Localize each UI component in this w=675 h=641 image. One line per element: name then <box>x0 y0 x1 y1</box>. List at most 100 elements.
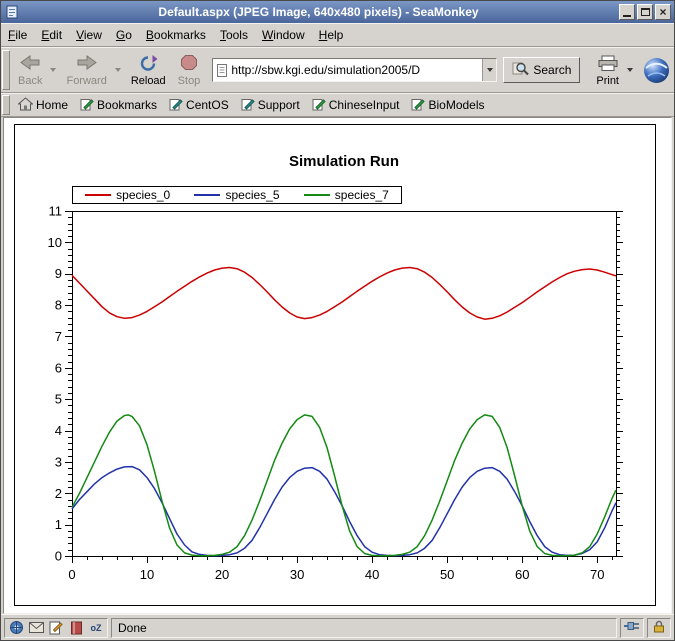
search-label: Search <box>533 63 572 77</box>
legend-label: species_5 <box>225 188 280 202</box>
svg-text:10: 10 <box>48 235 62 250</box>
close-icon: × <box>659 5 667 19</box>
menu-edit[interactable]: Edit <box>34 24 69 46</box>
maximize-button[interactable] <box>637 4 653 20</box>
svg-text:11: 11 <box>49 204 63 219</box>
bookmark-label: CentOS <box>186 98 229 112</box>
search-button[interactable]: Search <box>503 57 581 83</box>
bookmark-item-support[interactable]: Support <box>235 95 306 116</box>
svg-text:6: 6 <box>55 360 62 375</box>
legend-entry: species_5 <box>194 188 280 202</box>
legend-line-swatch <box>303 194 330 196</box>
status-text-panel: Done <box>111 617 617 638</box>
reload-icon <box>138 54 158 74</box>
bookmark-item-centos[interactable]: CentOS <box>163 95 235 116</box>
minimize-button[interactable] <box>619 4 635 20</box>
status-bar: oZ Done <box>1 614 674 640</box>
stop-button[interactable]: Stop <box>172 51 207 89</box>
chart-image: 0 1 2 3 4 5 6 7 8 9 10 11 0 10 20 30 40 50 60 70 Simulation… <box>14 124 656 606</box>
svg-text:10: 10 <box>140 567 154 582</box>
svg-text:70: 70 <box>590 567 604 582</box>
back-icon <box>19 54 41 74</box>
url-input[interactable] <box>231 60 483 80</box>
back-group: Back <box>12 51 58 89</box>
forward-icon <box>76 54 98 74</box>
personal-toolbar: Home Bookmarks CentOS Support ChineseInp… <box>1 93 674 117</box>
close-button[interactable]: × <box>655 4 671 20</box>
reload-button[interactable]: Reload <box>125 51 172 89</box>
svg-text:40: 40 <box>365 567 379 582</box>
security-panel[interactable] <box>647 617 671 638</box>
back-label: Back <box>18 75 43 87</box>
maximize-icon <box>640 8 650 16</box>
component-bar: oZ <box>4 617 108 638</box>
navigation-toolbar: Back Forward Reload Stop Search <box>1 47 674 93</box>
forward-label: Forward <box>66 75 107 87</box>
print-dropdown[interactable] <box>625 68 635 72</box>
back-button[interactable]: Back <box>12 51 48 89</box>
menu-file[interactable]: File <box>1 24 34 46</box>
chatzilla-label: oZ <box>90 622 102 633</box>
svg-text:30: 30 <box>290 567 304 582</box>
navigator-icon[interactable] <box>7 619 25 637</box>
bookmark-item-bookmarks[interactable]: Bookmarks <box>74 95 163 116</box>
reload-label: Reload <box>130 75 166 87</box>
status-text: Done <box>118 620 147 635</box>
bookmark-icon <box>241 97 255 114</box>
bookmark-label: BioModels <box>428 98 485 112</box>
window-title: Default.aspx (JPEG Image, 640x480 pixels… <box>158 5 479 19</box>
home-icon <box>17 96 34 114</box>
back-dropdown[interactable] <box>48 51 58 89</box>
svg-text:3: 3 <box>55 454 62 469</box>
chevron-down-icon <box>486 68 493 72</box>
browser-content: 0 1 2 3 4 5 6 7 8 9 10 11 0 10 20 30 40 50 60 70 Simulation… <box>3 117 672 614</box>
chevron-down-icon <box>627 68 633 72</box>
bookmark-label: Bookmarks <box>97 98 158 112</box>
chart-legend: species_0 species_5 species_7 <box>72 186 402 204</box>
svg-text:60: 60 <box>515 567 529 582</box>
bookmark-item-chineseinput[interactable]: ChineseInput <box>306 95 406 116</box>
menu-tools[interactable]: Tools <box>213 24 255 46</box>
url-dropdown[interactable] <box>482 59 497 81</box>
menu-bookmarks[interactable]: Bookmarks <box>139 24 213 46</box>
legend-entry: species_7 <box>303 188 389 202</box>
seamonkey-logo[interactable] <box>643 57 670 84</box>
svg-text:7: 7 <box>55 329 62 344</box>
chevron-down-icon <box>114 68 121 72</box>
bookmark-folder-icon <box>80 97 94 114</box>
security-lock-icon <box>653 620 665 636</box>
bookmark-item-biomodels[interactable]: BioModels <box>405 95 490 116</box>
window-menu-icon[interactable] <box>4 4 20 20</box>
chatzilla-icon[interactable]: oZ <box>87 619 105 637</box>
online-status-panel[interactable] <box>620 617 644 638</box>
legend-label: species_0 <box>116 188 171 202</box>
forward-button[interactable]: Forward <box>60 51 112 89</box>
svg-text:0: 0 <box>55 549 62 564</box>
page-icon <box>213 63 231 77</box>
menu-view[interactable]: View <box>69 24 109 46</box>
svg-text:4: 4 <box>55 423 62 438</box>
bookmark-item-home[interactable]: Home <box>12 95 74 116</box>
bookmark-icon <box>411 97 426 114</box>
menu-window[interactable]: Window <box>255 24 312 46</box>
print-button[interactable]: Print <box>590 52 625 89</box>
mail-icon[interactable] <box>27 619 45 637</box>
forward-dropdown[interactable] <box>113 51 123 89</box>
toolbar-grippy[interactable] <box>2 50 10 90</box>
search-icon <box>512 61 530 79</box>
svg-text:20: 20 <box>215 567 229 582</box>
menu-help[interactable]: Help <box>312 24 351 46</box>
print-icon <box>597 55 619 74</box>
bookmark-label: Support <box>257 98 300 112</box>
bookmark-label: ChineseInput <box>328 98 400 112</box>
forward-group: Forward <box>60 51 122 89</box>
chevron-down-icon <box>50 68 57 72</box>
svg-text:1: 1 <box>55 517 62 532</box>
svg-text:5: 5 <box>55 392 62 407</box>
address-book-icon[interactable] <box>67 619 85 637</box>
menu-go[interactable]: Go <box>109 24 139 46</box>
bookmark-label: Home <box>36 98 69 112</box>
personal-toolbar-grippy[interactable] <box>2 95 10 115</box>
svg-text:8: 8 <box>55 298 62 313</box>
composer-icon[interactable] <box>47 619 65 637</box>
